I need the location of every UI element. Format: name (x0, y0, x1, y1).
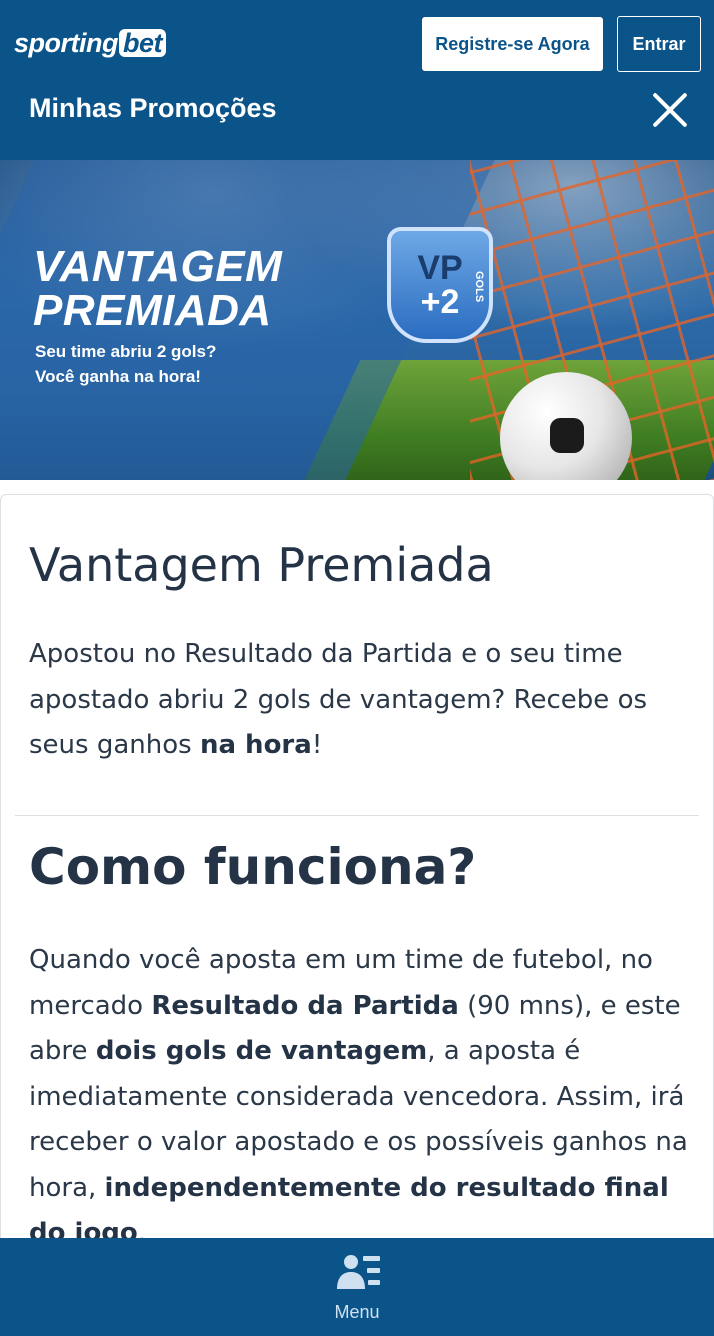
how-bold-1: Resultado da Partida (151, 990, 459, 1021)
badge-plus2-text: +2 (420, 283, 460, 321)
how-bold-2: dois gols de vantagem (95, 1036, 428, 1066)
divider (15, 815, 699, 816)
badge-vp-text: VP (417, 249, 463, 287)
top-header: sporting bet Registre-se Agora Entrar Min… (0, 0, 714, 160)
login-button[interactable]: Entrar (617, 16, 701, 72)
intro-bold: na hora (199, 730, 312, 760)
banner-subtitle-line2: Você ganha na hora! (35, 367, 201, 386)
intro-text: Apostou no Resultado da Partida e o seu … (29, 639, 648, 760)
vp-badge: VP +2 GOLS (387, 227, 493, 343)
how-bold-3: independentemente do resultado final do … (29, 1172, 669, 1249)
menu-label[interactable]: Menu (0, 1302, 714, 1323)
promo-intro-text: Apostou no Resultado da Partida e o seu … (29, 632, 679, 769)
menu-icon[interactable] (337, 1253, 381, 1291)
logo-text-bet: bet (119, 29, 166, 57)
how-it-works-text: Quando você aposta em um time de futebol… (29, 938, 699, 1257)
promo-title: Vantagem Premiada (29, 538, 494, 592)
banner-title-line1: VANTAGEM (33, 242, 283, 291)
close-icon[interactable] (650, 90, 690, 130)
banner-title-line2: PREMIADA (33, 286, 272, 335)
logo-text-sporting: sporting (14, 28, 119, 58)
intro-end: ! (311, 730, 323, 760)
badge-gols-text: GOLS (473, 271, 485, 303)
register-button[interactable]: Registre-se Agora (422, 17, 603, 71)
page-title: Minhas Promoções (29, 93, 277, 123)
sportingbet-logo[interactable]: sporting bet (14, 28, 166, 59)
banner-subtitle-line1: Seu time abriu 2 gols? (35, 342, 217, 361)
how-it-works-heading: Como funciona? (29, 838, 477, 896)
